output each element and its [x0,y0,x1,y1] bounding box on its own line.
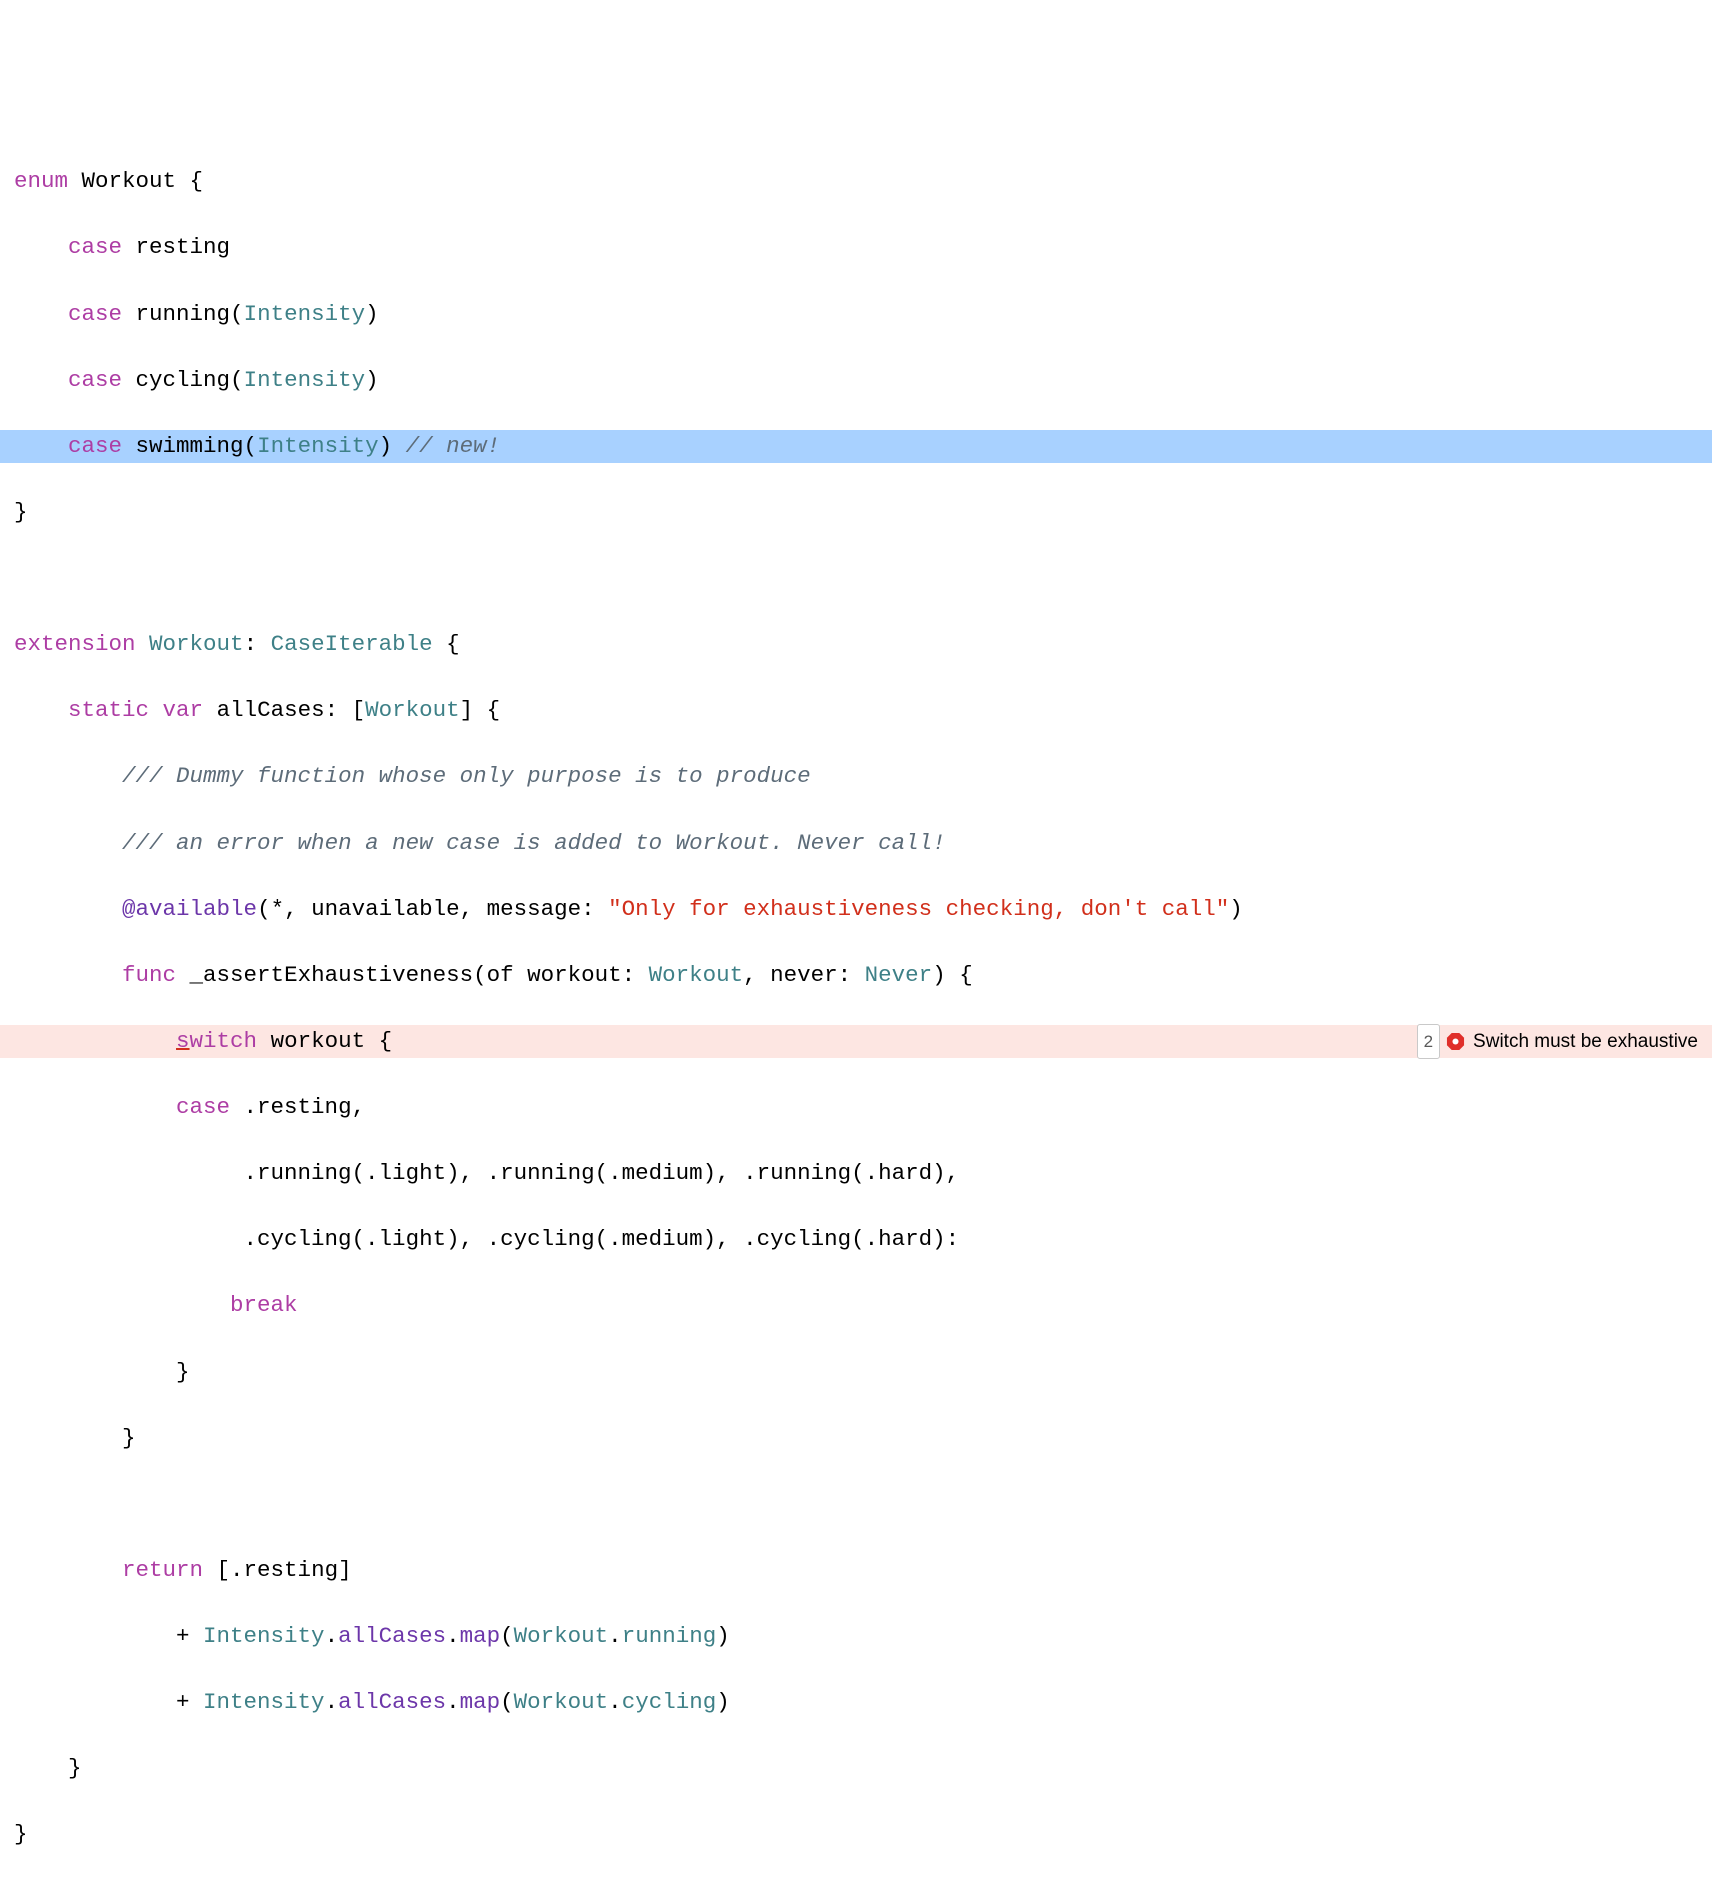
code-line: case .resting, [0,1091,1712,1124]
code-line: } [0,1818,1712,1851]
method-ref: map [460,1623,501,1649]
code-line: case cycling(Intensity) [0,364,1712,397]
code-line: case resting [0,231,1712,264]
type-ref: Workout [514,1623,609,1649]
type-ref: Intensity [244,367,366,393]
case-ref: cycling [622,1689,717,1715]
code-line: break [0,1289,1712,1322]
code-line: + Intensity.allCases.map(Workout.running… [0,1620,1712,1653]
code-line: extension Workout: CaseIterable { [0,628,1712,661]
case-ref: running [622,1623,717,1649]
code-line-blank [0,1488,1712,1521]
attribute: @available [122,896,257,922]
error-badge[interactable]: 2 Switch must be exhaustive [1417,1025,1712,1058]
keyword-switch-error: s [176,1028,190,1054]
code-line: .running(.light), .running(.medium), .ru… [0,1157,1712,1190]
code-line: } [0,1422,1712,1455]
code-line: + Intensity.allCases.map(Workout.cycling… [0,1686,1712,1719]
type-ref: Never [865,962,933,988]
keyword-case: case [68,433,122,459]
keyword-func: func [122,962,176,988]
keyword-case: case [68,234,122,260]
type-ref: Workout [149,631,244,657]
code-line: /// an error when a new case is added to… [0,827,1712,860]
code-editor[interactable]: enum Workout { case resting case running… [0,132,1712,1190]
error-message: Switch must be exhaustive [1473,1025,1698,1058]
code-line: return [.resting] [0,1554,1712,1587]
keyword-case: case [68,301,122,327]
type-ref: Workout [365,697,460,723]
type-ref: Intensity [244,301,366,327]
keyword-enum: enum [14,168,68,194]
method-ref: map [460,1689,501,1715]
type-ref: CaseIterable [271,631,433,657]
code-line: func _assertExhaustiveness(of workout: W… [0,959,1712,992]
code-line-highlighted: case swimming(Intensity) // new! [0,430,1712,463]
type-ref: Intensity [203,1689,325,1715]
keyword-static: static [68,697,149,723]
error-icon [1446,1032,1465,1051]
keyword-extension: extension [14,631,136,657]
code-line-error: switch workout {2Switch must be exhausti… [0,1025,1712,1058]
type-ref: Workout [649,962,744,988]
code-line: /// Dummy function whose only purpose is… [0,760,1712,793]
doc-comment: /// Dummy function whose only purpose is… [122,763,811,789]
code-line: static var allCases: [Workout] { [0,694,1712,727]
code-line: } [0,496,1712,529]
keyword-return: return [122,1557,203,1583]
code-line: @available(*, unavailable, message: "Onl… [0,893,1712,926]
code-line: } [0,1752,1712,1785]
code-line-blank [0,562,1712,595]
property-ref: allCases [338,1623,446,1649]
doc-comment: /// an error when a new case is added to… [122,830,946,856]
type-ref: Intensity [203,1623,325,1649]
code-line: enum Workout { [0,165,1712,198]
code-line: .cycling(.light), .cycling(.medium), .cy… [0,1223,1712,1256]
type-ref: Workout [514,1689,609,1715]
keyword-case: case [68,367,122,393]
keyword-case: case [176,1094,230,1120]
keyword-var: var [163,697,204,723]
comment: // new! [406,433,501,459]
type-name: Workout [82,168,177,194]
string-literal: "Only for exhaustiveness checking, don't… [608,896,1229,922]
code-line: } [0,1356,1712,1389]
keyword-break: break [230,1292,298,1318]
property-ref: allCases [338,1689,446,1715]
code-line: case running(Intensity) [0,298,1712,331]
error-count: 2 [1417,1024,1440,1059]
type-ref: Intensity [257,433,379,459]
